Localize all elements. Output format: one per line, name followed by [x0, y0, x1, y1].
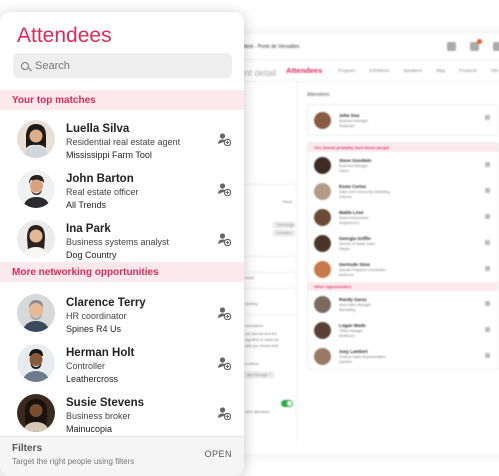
person-company: Mainucopia	[66, 424, 113, 434]
screen: Next - Porte de Versailles vent detail A…	[0, 0, 499, 476]
chip-innovation[interactable]: Innovation	[273, 230, 295, 236]
avatar	[314, 111, 331, 129]
suggested-band: You should probably meet these people	[308, 143, 498, 152]
list-item[interactable]: Logan Wade Office Manager Multitouch	[308, 317, 498, 343]
avatar	[17, 120, 55, 158]
reset-link[interactable]: Reset	[283, 200, 292, 204]
chat-icon[interactable]	[493, 42, 499, 51]
person-name: Ina Park	[66, 223, 111, 235]
list-item[interactable]: Steve Goodwin Business Manager Kanes	[308, 152, 498, 178]
add-contact-icon[interactable]	[485, 240, 490, 245]
person-title: HR coordinator	[66, 311, 127, 321]
avatar	[17, 394, 55, 432]
add-contact-icon[interactable]	[217, 406, 231, 420]
person-company: Spines R4 Us	[66, 324, 122, 334]
avatar	[314, 295, 331, 313]
section-more-networking: More networking opportunities	[0, 262, 244, 282]
avatar	[314, 260, 331, 278]
list-item[interactable]: Gertrude Sims Special Programs Coordinato…	[308, 256, 498, 282]
person-title: Business broker	[66, 411, 131, 421]
person-name: Clarence Terry	[66, 297, 146, 309]
add-contact-icon[interactable]	[485, 214, 490, 219]
avatar	[314, 182, 331, 200]
avatar	[314, 347, 331, 365]
notification-icon[interactable]	[470, 39, 482, 51]
attendees-panel: Attendees Your top matches Luella Silva …	[0, 12, 244, 476]
avatar	[17, 344, 55, 382]
visibility-toggle[interactable]	[281, 400, 293, 407]
chip-technology[interactable]: Technology	[273, 222, 295, 228]
add-contact-icon[interactable]	[217, 182, 231, 196]
list-item[interactable]: Mable Love Brand Ambassador Singletechno	[308, 204, 498, 230]
edit-icon[interactable]	[485, 115, 490, 120]
add-contact-icon[interactable]	[217, 132, 231, 146]
tab-products[interactable]: Products	[459, 68, 477, 73]
person-company: Dog Country	[66, 250, 117, 260]
add-contact-icon[interactable]	[485, 301, 490, 306]
panel-title: Attendees	[17, 24, 112, 47]
tab-speakers[interactable]: Speakers	[403, 68, 422, 73]
add-contact-icon[interactable]	[217, 232, 231, 246]
list-item[interactable]: Clarence Terry HR coordinator Spines R4 …	[0, 294, 244, 344]
tab-exhibitors[interactable]: Exhibitors	[370, 68, 390, 73]
list-item[interactable]: Luella Silva Residential real estate age…	[0, 120, 244, 170]
avatar	[17, 220, 55, 258]
avatar	[17, 170, 55, 208]
tab-map[interactable]: Map	[436, 68, 445, 73]
add-contact-icon[interactable]	[217, 356, 231, 370]
window-title: Next - Porte de Versailles	[243, 43, 300, 50]
search-input[interactable]	[35, 59, 215, 72]
person-name: John Barton	[66, 173, 134, 185]
list-item[interactable]: Randy Garza Area Sales Manager Bizholding	[308, 291, 498, 317]
person-name: Herman Holt	[66, 347, 135, 359]
open-filters-button[interactable]: OPEN	[204, 449, 232, 459]
search-box[interactable]	[13, 53, 232, 78]
filters-bar: Filters Target the right people using fi…	[0, 436, 244, 476]
other-band: Other opportunities	[308, 282, 498, 291]
section-top-matches: Your top matches	[0, 90, 244, 110]
attendee-listing: Attendees John Doe Business Manager Swap…	[307, 92, 499, 370]
featured-attendee-card[interactable]: John Doe Business Manager Swapcard	[307, 104, 499, 136]
tab-program[interactable]: Program	[338, 68, 355, 73]
person-company: All Trends	[66, 200, 107, 210]
filters-subtitle: Target the right people using filters	[12, 457, 135, 466]
avatar	[17, 294, 55, 332]
person-name: Susie Stevens	[66, 397, 144, 409]
person-name: Luella Silva	[66, 123, 130, 135]
person-title: Residential real estate agent	[66, 137, 181, 147]
list-item[interactable]: Herman Holt Controller Leathercross	[0, 344, 244, 394]
add-contact-icon[interactable]	[217, 306, 231, 320]
filters-title: Filters	[12, 443, 43, 454]
person-company: Mississippi Farm Tool	[66, 150, 152, 160]
listing-title: Attendees	[307, 92, 330, 98]
person-title: Business systems analyst	[66, 237, 170, 247]
add-contact-icon[interactable]	[485, 162, 490, 167]
suggested-card: You should probably meet these people St…	[307, 142, 499, 370]
add-contact-icon[interactable]	[485, 266, 490, 271]
search-icon	[21, 61, 29, 70]
people-icon[interactable]	[447, 42, 456, 51]
add-contact-icon[interactable]	[485, 353, 490, 358]
avatar	[314, 234, 331, 252]
list-item[interactable]: Essie Cortez Sales and Community Marketin…	[308, 178, 498, 204]
add-contact-icon[interactable]	[485, 188, 490, 193]
chip-sales-manager[interactable]: ales Manager ×	[244, 372, 274, 378]
list-item[interactable]: Amy Lambert Territory Sales Representativ…	[308, 343, 498, 369]
avatar	[314, 156, 331, 174]
person-title: Real estate officer	[66, 187, 139, 197]
person-title: Controller	[66, 361, 106, 371]
person-company: Leathercross	[66, 374, 119, 384]
add-contact-icon[interactable]	[485, 327, 490, 332]
avatar	[314, 208, 331, 226]
list-item[interactable]: Georgia Griffin Director of Inside Sales S…	[308, 230, 498, 256]
list-item[interactable]: John Barton Real estate officer All Tren…	[0, 170, 244, 220]
avatar	[314, 321, 331, 339]
filter-column: Reset Technology Innovation ences meetin…	[243, 82, 297, 442]
tab-other[interactable]: Oth	[491, 68, 498, 73]
tab-attendees[interactable]: Attendees	[286, 66, 322, 75]
